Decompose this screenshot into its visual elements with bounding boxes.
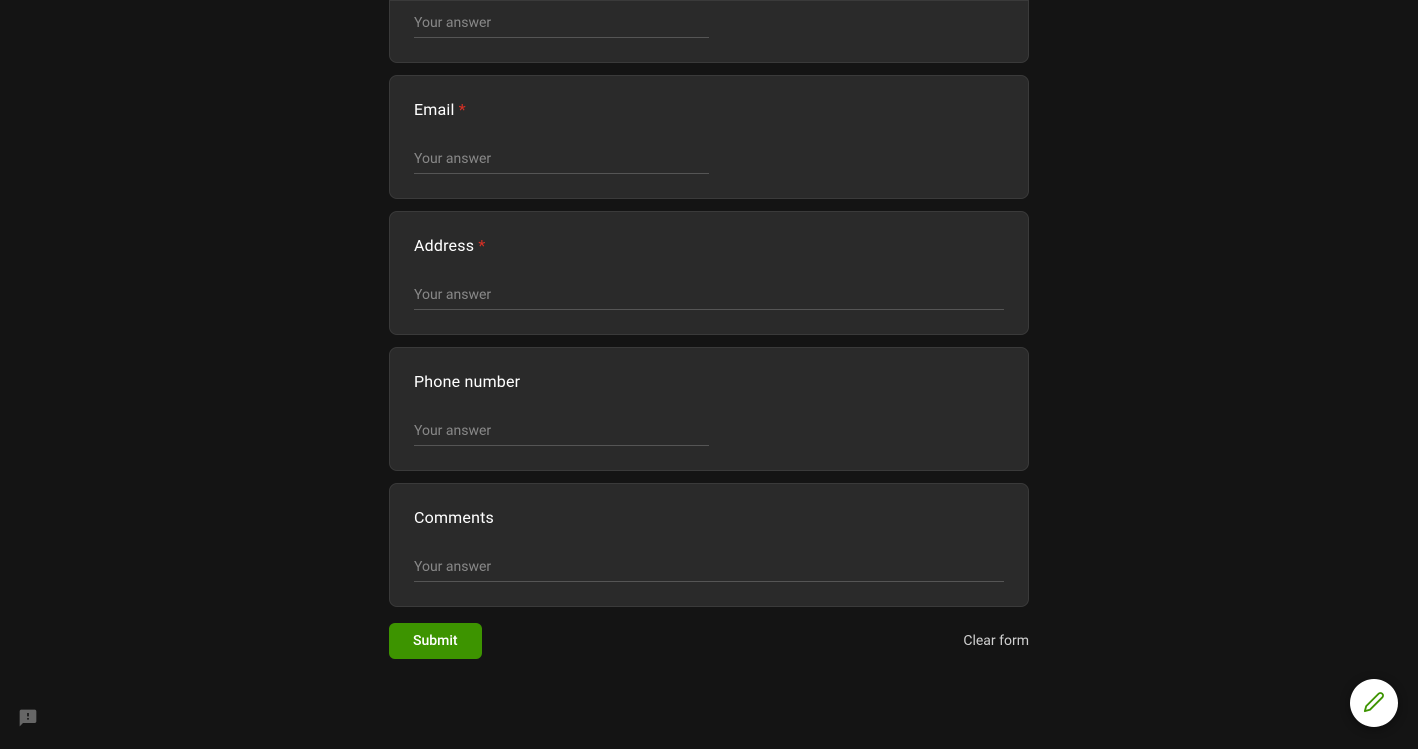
label-text: Email: [414, 100, 455, 119]
question-label: Address *: [414, 236, 1004, 255]
question-label: Comments: [414, 508, 1004, 527]
input-wrapper: [414, 419, 709, 446]
comments-input[interactable]: [414, 555, 1004, 582]
required-marker: *: [478, 236, 485, 255]
form-container: Email * Address * Phone number Comments: [389, 0, 1029, 679]
question-card-comments: Comments: [389, 483, 1029, 607]
address-input[interactable]: [414, 283, 1004, 310]
label-text: Phone number: [414, 372, 520, 391]
report-icon: [18, 708, 38, 731]
label-text: Address: [414, 236, 474, 255]
question-label: Email *: [414, 100, 1004, 119]
required-marker: *: [459, 100, 466, 119]
form-footer: Submit Clear form: [389, 619, 1029, 679]
name-input[interactable]: [414, 11, 709, 38]
question-label: Phone number: [414, 372, 1004, 391]
phone-input[interactable]: [414, 419, 709, 446]
submit-button[interactable]: Submit: [389, 623, 482, 659]
pencil-icon: [1363, 691, 1385, 716]
clear-form-button[interactable]: Clear form: [963, 633, 1029, 649]
question-card-email: Email *: [389, 75, 1029, 199]
question-card-address: Address *: [389, 211, 1029, 335]
edit-fab[interactable]: [1350, 679, 1398, 727]
email-input[interactable]: [414, 147, 709, 174]
input-wrapper: [414, 283, 1004, 310]
input-wrapper: [414, 11, 709, 38]
question-card-name: [389, 0, 1029, 63]
input-wrapper: [414, 147, 709, 174]
report-button[interactable]: [16, 707, 40, 731]
input-wrapper: [414, 555, 1004, 582]
label-text: Comments: [414, 508, 494, 527]
question-card-phone: Phone number: [389, 347, 1029, 471]
